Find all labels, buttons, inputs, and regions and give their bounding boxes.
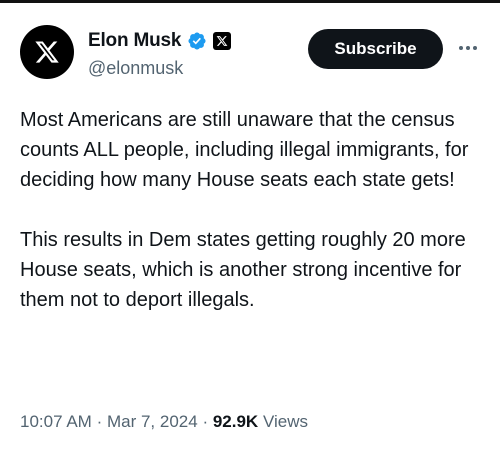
views-count[interactable]: 92.9K: [213, 412, 258, 431]
views-label[interactable]: Views: [263, 412, 308, 431]
verified-badge-icon[interactable]: [187, 31, 207, 51]
more-options-icon[interactable]: [456, 38, 480, 58]
tweet-meta: 10:07 AM · Mar 7, 2024 · 92.9K Views: [20, 412, 308, 432]
tweet-card: Elon Musk @elonmusk Subscribe Most Ameri…: [0, 0, 500, 450]
tweet-paragraph-1: Most Americans are still unaware that th…: [20, 109, 469, 191]
author-display-name[interactable]: Elon Musk: [88, 30, 181, 52]
author-handle[interactable]: @elonmusk: [88, 58, 183, 79]
avatar[interactable]: [20, 25, 74, 79]
meta-separator: ·: [96, 412, 103, 431]
tweet-date[interactable]: Mar 7, 2024: [107, 412, 198, 431]
author-name-row: Elon Musk: [88, 28, 232, 54]
meta-separator: ·: [202, 412, 209, 431]
tweet-text: Most Americans are still unaware that th…: [20, 105, 480, 345]
x-affiliation-icon[interactable]: [213, 32, 232, 50]
tweet-paragraph-2: This results in Dem states getting rough…: [20, 229, 466, 311]
tweet-time[interactable]: 10:07 AM: [20, 412, 92, 431]
x-logo-icon: [35, 41, 59, 63]
subscribe-button[interactable]: Subscribe: [308, 29, 443, 69]
